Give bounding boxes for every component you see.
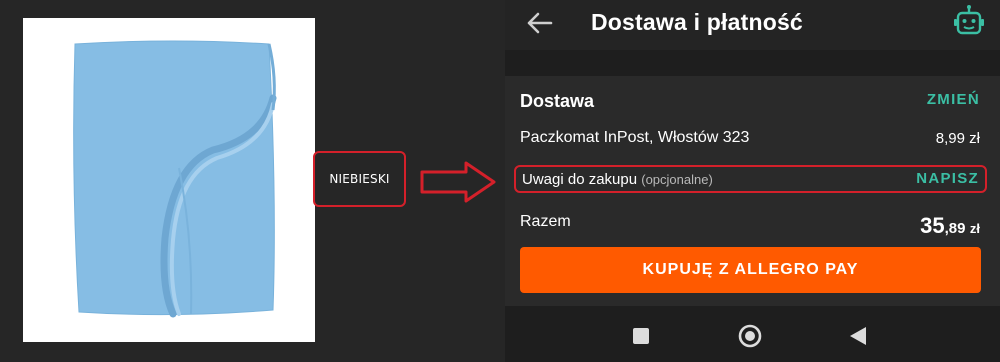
color-variant-label: NIEBIESKI (329, 172, 390, 186)
system-navigation-bar (505, 310, 1000, 362)
total-label: Razem (520, 213, 571, 230)
product-image (23, 18, 315, 342)
pay-button-label: KUPUJĘ Z ALLEGRO PAY (642, 261, 859, 278)
total-amount: 35,89 zł (920, 213, 980, 239)
delivery-section-title: Dostawa (520, 91, 595, 111)
purchase-notes-row[interactable]: Uwagi do zakupu (opcjonalne) NAPISZ (514, 165, 987, 193)
checkout-screen: Dostawa i płatność Dostawa ZMIEŃ Paczkom… (505, 0, 1000, 362)
circle-icon[interactable] (738, 324, 762, 348)
write-notes-button[interactable]: NAPISZ (916, 170, 979, 187)
total-amount-main: 35 (920, 213, 945, 238)
top-app-bar: Dostawa i płatność (505, 0, 1000, 50)
buy-with-allegro-pay-button[interactable]: KUPUJĘ Z ALLEGRO PAY (520, 247, 981, 293)
total-currency: zł (969, 221, 980, 236)
fitted-sheet-illustration (23, 18, 315, 342)
notes-title: Uwagi do zakupu (522, 171, 638, 188)
square-icon[interactable] (633, 328, 649, 344)
total-amount-cents: ,89 (944, 220, 966, 237)
delivery-price: 8,99 zł (935, 130, 980, 147)
right-arrow-icon (420, 161, 496, 203)
change-delivery-button[interactable]: ZMIEŃ (927, 91, 980, 108)
product-preview-panel: NIEBIESKI (0, 0, 505, 362)
notes-optional-hint: (opcjonalne) (641, 172, 713, 187)
delivery-method: Paczkomat InPost, Włostów 323 (520, 129, 750, 146)
triangle-back-icon[interactable] (849, 326, 867, 346)
page-title: Dostawa i płatność (591, 9, 803, 35)
purchase-notes-label: Uwagi do zakupu (opcjonalne) (522, 171, 713, 188)
robot-icon[interactable] (952, 4, 986, 38)
color-variant-callout: NIEBIESKI (313, 151, 406, 207)
arrow-left-icon[interactable] (525, 11, 553, 35)
